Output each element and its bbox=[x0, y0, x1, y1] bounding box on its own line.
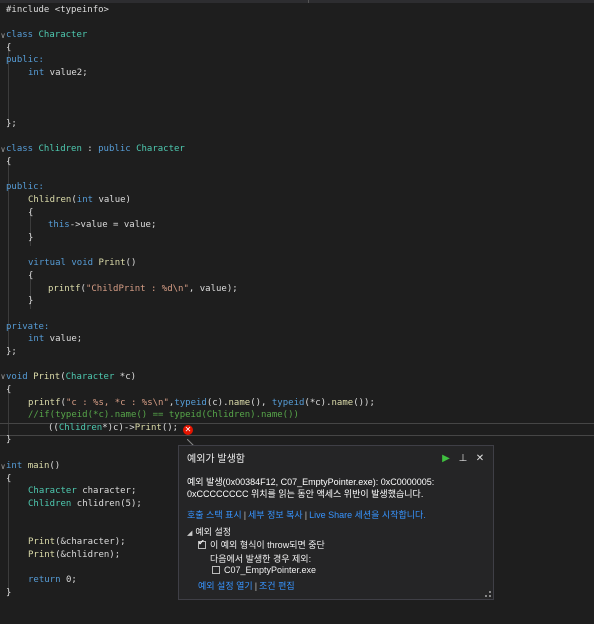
module-exclusion-row[interactable]: C07_EmptyPointer.exe bbox=[212, 565, 316, 575]
code-line: } bbox=[6, 588, 12, 598]
code-line: } bbox=[6, 435, 12, 445]
break-when-thrown-label: 이 예외 형식이 throw되면 중단 bbox=[210, 540, 325, 550]
code-line: Print(&character); bbox=[28, 537, 126, 547]
popup-links: 호출 스택 표시 | 세부 정보 복사 | Live Share 세션을 시작합니다. bbox=[187, 508, 426, 521]
code-line: { bbox=[6, 157, 12, 167]
popup-title: 예외가 발생함 bbox=[187, 454, 245, 465]
code-line: { bbox=[28, 271, 34, 281]
exception-settings-header[interactable]: ◢ 예외 설정 bbox=[187, 525, 231, 538]
collapse-triangle-icon: ◢ bbox=[187, 530, 193, 537]
module-name-label: C07_EmptyPointer.exe bbox=[224, 565, 317, 575]
code-line: { bbox=[28, 208, 34, 218]
code-line: public: bbox=[6, 55, 44, 65]
code-line: return 0; bbox=[28, 575, 77, 585]
break-when-thrown-checkbox[interactable] bbox=[198, 538, 206, 549]
continue-icon[interactable]: ▶ bbox=[439, 452, 453, 466]
pin-icon[interactable]: ⊥ bbox=[456, 452, 470, 466]
except-when-thrown-from-label: 다음에서 발생한 경우 제외: bbox=[210, 554, 312, 564]
code-line: int main() bbox=[6, 461, 61, 471]
code-line: { bbox=[6, 385, 12, 395]
code-line: Chlidren(int value) bbox=[28, 195, 131, 205]
code-line: this->value = value; bbox=[48, 220, 157, 230]
code-line: private: bbox=[6, 322, 50, 332]
edit-conditions-link[interactable]: 조건 편집 bbox=[259, 581, 295, 591]
code-line: printf("c : %s, *c : %s\n",typeid(c).nam… bbox=[28, 398, 375, 408]
code-line: { bbox=[6, 43, 12, 53]
code-line: class Character bbox=[6, 30, 88, 40]
code-line: }; bbox=[6, 119, 17, 129]
code-line: Character character; bbox=[28, 486, 137, 496]
code-line: virtual void Print() bbox=[28, 258, 137, 268]
close-icon[interactable]: ✕ bbox=[473, 452, 487, 466]
show-call-stack-link[interactable]: 호출 스택 표시 bbox=[187, 510, 242, 520]
code-line: }; bbox=[6, 347, 17, 357]
code-line: { bbox=[6, 474, 12, 484]
copy-details-link[interactable]: 세부 정보 복사 bbox=[248, 510, 303, 520]
code-line: int value2; bbox=[28, 68, 88, 78]
code-line: } bbox=[28, 233, 34, 243]
exception-message-line2: 0xCCCCCCCC 위치를 읽는 동안 액세스 위반이 발생했습니다. bbox=[187, 489, 424, 499]
resize-grip-icon[interactable] bbox=[485, 591, 491, 597]
popup-controls: ▶ ⊥ ✕ bbox=[436, 448, 487, 464]
exception-settings-label: 예외 설정 bbox=[195, 527, 232, 537]
live-share-link[interactable]: Live Share 세션을 시작합니다. bbox=[309, 510, 426, 520]
error-icon[interactable]: ✕ bbox=[183, 425, 193, 435]
code-line: class Chlidren : public Character bbox=[6, 144, 185, 154]
code-comment: //if(typeid(*c).name() == typeid(Chlidre… bbox=[28, 410, 299, 420]
code-line: void Print(Character *c) bbox=[6, 372, 137, 382]
code-line-current: ((Chlidren*)c)->Print(); bbox=[48, 423, 179, 433]
code-line: public: bbox=[6, 182, 44, 192]
code-line: Print(&chlidren); bbox=[28, 550, 121, 560]
code-line: Chlidren chlidren(5); bbox=[28, 499, 142, 509]
exception-helper-popup: 예외가 발생함 ▶ ⊥ ✕ 예외 발생(0x00384F12, C07_EmptyP… bbox=[178, 445, 494, 600]
break-when-thrown-row[interactable]: 이 예외 형식이 throw되면 중단 bbox=[198, 538, 325, 551]
indent-guide bbox=[8, 476, 9, 596]
code-line: } bbox=[28, 296, 34, 306]
open-exception-settings-link[interactable]: 예외 설정 열기 bbox=[198, 581, 253, 591]
code-line: printf("ChildPrint : %d\n", value); bbox=[48, 284, 238, 294]
settings-links: 예외 설정 열기 | 조건 편집 bbox=[198, 579, 295, 592]
code-line: #include <typeinfo> bbox=[6, 5, 109, 15]
code-line: int value; bbox=[28, 334, 83, 344]
module-exclusion-checkbox[interactable] bbox=[212, 566, 220, 574]
